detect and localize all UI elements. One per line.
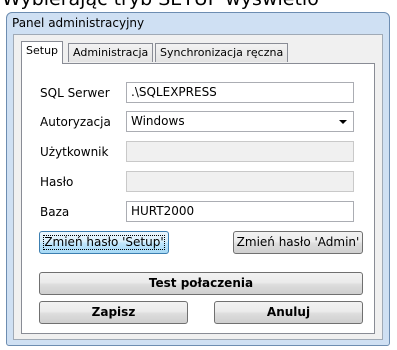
password-input[interactable] [126, 171, 354, 192]
tab-synchronizacja-label: Synchronizacja ręczna [160, 46, 284, 59]
change-admin-password-label: Zmień hasło 'Admin' [236, 235, 360, 249]
database-label: Baza [40, 205, 70, 219]
auth-select[interactable]: Windows [126, 111, 354, 132]
test-connection-label: Test połaczenia [148, 276, 254, 290]
tab-setup[interactable]: Setup [21, 41, 64, 64]
background-caption-text: Wybierając tryb SETUP wyświetlo [2, 0, 319, 10]
chevron-down-icon [339, 120, 347, 124]
user-input[interactable] [126, 141, 354, 162]
tab-synchronizacja[interactable]: Synchronizacja ręczna [155, 43, 289, 62]
cancel-label: Anuluj [266, 305, 311, 319]
tab-administracja[interactable]: Administracja [68, 43, 154, 62]
auth-label: Autoryzacja [40, 115, 111, 129]
cancel-button[interactable]: Anuluj [214, 301, 363, 324]
setup-tab-panel: SQL Serwer .\SQLEXPRESS Autoryzacja Wind… [21, 63, 375, 334]
sql-server-label: SQL Serwer [40, 86, 110, 100]
tab-setup-label: Setup [26, 44, 59, 57]
save-label: Zapisz [91, 305, 136, 319]
sql-server-input[interactable]: .\SQLEXPRESS [126, 82, 354, 103]
database-input[interactable]: HURT2000 [126, 201, 354, 222]
auth-select-value: Windows [131, 114, 185, 128]
change-admin-password-button[interactable]: Zmień hasło 'Admin' [233, 231, 363, 254]
background-caption: Wybierając tryb SETUP wyświetlo [0, 0, 397, 12]
window-title: Panel administracyjny [12, 16, 145, 30]
user-label: Użytkownik [40, 145, 109, 159]
window-client-area: Setup Administracja Synchronizacja ręczn… [13, 34, 383, 340]
password-label: Hasło [40, 175, 74, 189]
save-button[interactable]: Zapisz [39, 301, 188, 324]
test-connection-button[interactable]: Test połaczenia [39, 272, 363, 295]
tab-administracja-label: Administracja [73, 46, 149, 59]
focus-indicator [43, 235, 165, 250]
change-setup-password-button[interactable]: Zmień hasło 'Setup' [39, 231, 169, 254]
admin-panel-window: Panel administracyjny Setup Administracj… [6, 12, 390, 346]
